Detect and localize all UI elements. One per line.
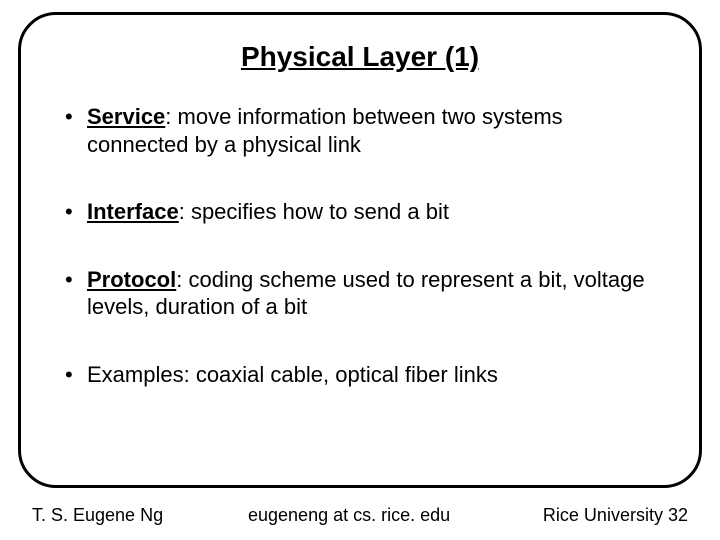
slide-title: Physical Layer (1) bbox=[57, 41, 663, 73]
bullet-list: Service: move information between two sy… bbox=[57, 103, 663, 388]
footer-page: 32 bbox=[668, 505, 688, 525]
list-item: Service: move information between two sy… bbox=[65, 103, 663, 158]
bullet-term: Protocol bbox=[87, 267, 176, 292]
slide-frame: Physical Layer (1) Service: move informa… bbox=[18, 12, 702, 488]
footer-right: Rice University 32 bbox=[543, 505, 688, 526]
footer-email: eugeneng at cs. rice. edu bbox=[232, 505, 543, 526]
list-item: Interface: specifies how to send a bit bbox=[65, 198, 663, 226]
bullet-text: Examples: coaxial cable, optical fiber l… bbox=[87, 362, 498, 387]
bullet-term: Service bbox=[87, 104, 165, 129]
slide-footer: T. S. Eugene Ng eugeneng at cs. rice. ed… bbox=[0, 505, 720, 526]
footer-affiliation: Rice University bbox=[543, 505, 663, 525]
footer-author: T. S. Eugene Ng bbox=[32, 505, 232, 526]
list-item: Examples: coaxial cable, optical fiber l… bbox=[65, 361, 663, 389]
bullet-text: : specifies how to send a bit bbox=[179, 199, 449, 224]
slide: Physical Layer (1) Service: move informa… bbox=[0, 0, 720, 540]
list-item: Protocol: coding scheme used to represen… bbox=[65, 266, 663, 321]
bullet-term: Interface bbox=[87, 199, 179, 224]
